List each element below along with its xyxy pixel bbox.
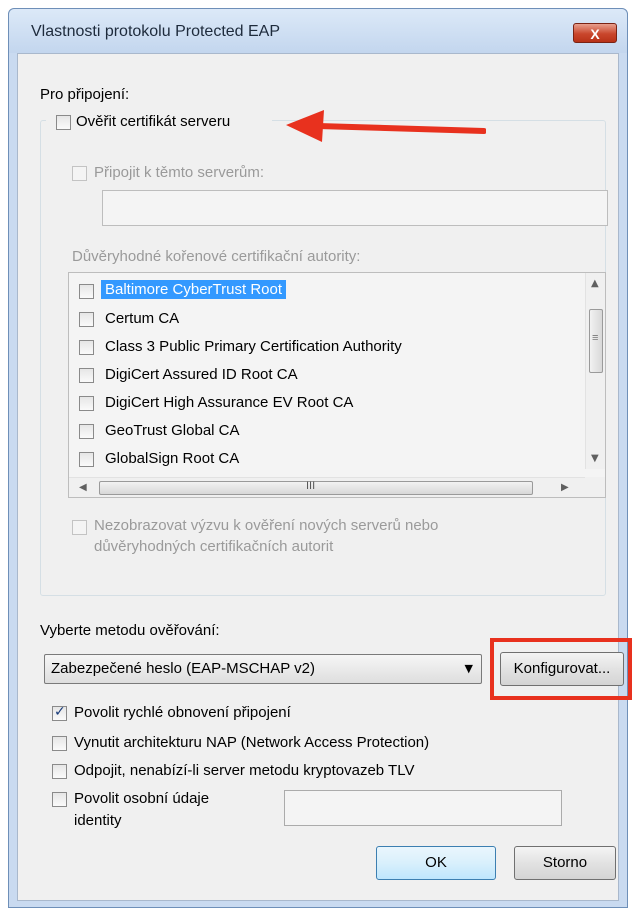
horizontal-scroll-thumb[interactable]: III <box>99 480 533 495</box>
ca-checkbox[interactable] <box>79 340 94 355</box>
ca-label: GeoTrust Global CA <box>105 422 240 439</box>
trusted-ca-label: Důvěryhodné kořenové certifikační autori… <box>72 248 361 265</box>
list-item[interactable]: DigiCert Assured ID Root CA <box>69 361 569 389</box>
no-prompt-label-line1: Nezobrazovat výzvu k ověření nových serv… <box>94 517 439 534</box>
identity-input[interactable] <box>284 790 562 826</box>
list-item[interactable]: DigiCert High Assurance EV Root CA <box>69 389 569 417</box>
verify-cert-label: Ověřit certifikát serveru <box>76 113 231 130</box>
scroll-up-icon[interactable]: ▲ <box>591 278 599 289</box>
window-title: Vlastnosti protokolu Protected EAP <box>31 23 281 40</box>
nap-checkbox[interactable] <box>52 736 67 751</box>
privacy-label-line1: Povolit osobní údaje <box>74 790 210 807</box>
dialog-body: Pro připojení: Ověřit certifikát serveru… <box>17 53 632 901</box>
no-prompt-label-line2: důvěryhodných certifikačních autorit <box>94 538 334 555</box>
ca-checkbox[interactable] <box>79 284 94 299</box>
connect-servers-label: Připojit k těmto serverům: <box>94 164 265 181</box>
auth-method-select[interactable]: Zabezpečené heslo (EAP-MSCHAP v2) ▼ <box>44 654 482 684</box>
cancel-button[interactable]: Storno <box>514 846 616 880</box>
list-item[interactable]: Certum CA <box>69 305 569 333</box>
grip-icon: III <box>306 480 316 492</box>
annotation-arrow-icon <box>286 110 486 142</box>
grip-icon: ≡ <box>592 332 599 344</box>
ca-label: Certum CA <box>105 310 180 327</box>
connect-servers-checkbox[interactable] <box>72 166 87 181</box>
scroll-corner <box>585 477 605 497</box>
fast-reconnect-checkbox[interactable] <box>52 704 67 721</box>
auth-method-value: Zabezpečené heslo (EAP-MSCHAP v2) <box>51 660 316 677</box>
scroll-down-icon[interactable]: ▼ <box>591 453 599 464</box>
disconnect-checkbox[interactable] <box>52 764 67 779</box>
vertical-scroll-thumb[interactable]: ≡ <box>589 309 603 373</box>
connection-heading: Pro připojení: <box>40 86 130 103</box>
ca-label: DigiCert High Assurance EV Root CA <box>105 394 354 411</box>
ca-checkbox[interactable] <box>79 452 94 467</box>
no-prompt-checkbox[interactable] <box>72 520 87 535</box>
ca-label: DigiCert Assured ID Root CA <box>105 366 298 383</box>
title-bar[interactable]: Vlastnosti protokolu Protected EAP X <box>9 9 627 53</box>
scroll-left-icon[interactable]: ◀ <box>79 482 87 493</box>
vertical-scrollbar[interactable]: ▲ ≡ ▼ <box>585 273 605 469</box>
ca-label: Class 3 Public Primary Certification Aut… <box>105 338 402 355</box>
configure-button[interactable]: Konfigurovat... <box>500 652 624 686</box>
close-button[interactable]: X <box>573 23 617 43</box>
disconnect-label: Odpojit, nenabízí-li server metodu krypt… <box>74 762 415 779</box>
list-item[interactable]: Class 3 Public Primary Certification Aut… <box>69 333 569 361</box>
privacy-checkbox[interactable] <box>52 792 67 807</box>
servers-input[interactable] <box>102 190 608 226</box>
nap-label: Vynutit architekturu NAP (Network Access… <box>74 734 430 751</box>
ok-button[interactable]: OK <box>376 846 496 880</box>
chevron-down-icon: ▼ <box>464 662 473 675</box>
list-item[interactable]: GeoTrust Global CA <box>69 417 569 445</box>
dialog-window: Vlastnosti protokolu Protected EAP X Pro… <box>8 8 632 908</box>
list-item[interactable]: Baltimore CyberTrust Root <box>69 277 569 305</box>
verify-cert-checkbox[interactable] <box>56 115 71 130</box>
ca-checkbox[interactable] <box>79 312 94 327</box>
ca-checkbox[interactable] <box>79 424 94 439</box>
list-item[interactable]: GlobalSign Root CA <box>69 445 569 473</box>
scroll-right-icon[interactable]: ▶ <box>561 482 569 493</box>
horizontal-scrollbar[interactable]: ◀ III ▶ <box>69 477 605 497</box>
ca-checkbox[interactable] <box>79 396 94 411</box>
ca-checkbox[interactable] <box>79 368 94 383</box>
ca-listbox[interactable]: Baltimore CyberTrust Root Certum CA Clas… <box>68 272 606 498</box>
auth-heading: Vyberte metodu ověřování: <box>40 622 220 639</box>
ca-label: Baltimore CyberTrust Root <box>101 280 286 299</box>
verify-cert-row[interactable]: Ověřit certifikát serveru <box>46 110 272 134</box>
privacy-label-line2: identity <box>74 812 122 829</box>
fast-reconnect-label: Povolit rychlé obnovení připojení <box>74 704 291 721</box>
ca-label: GlobalSign Root CA <box>105 450 240 467</box>
